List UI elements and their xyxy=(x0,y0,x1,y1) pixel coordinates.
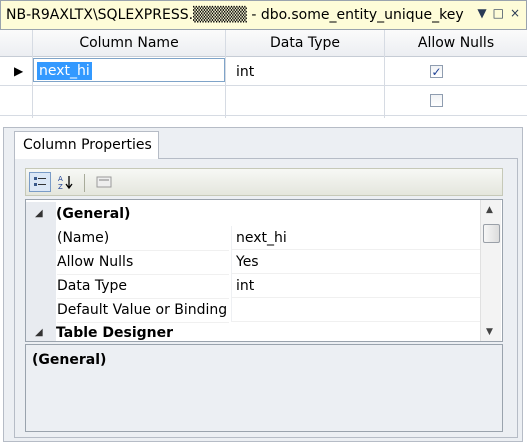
description-title: (General) xyxy=(32,352,107,368)
maximize-icon[interactable]: □ xyxy=(493,6,504,20)
checkmark-icon: ✓ xyxy=(431,64,442,79)
grid-margin xyxy=(26,250,56,274)
property-value[interactable]: Yes xyxy=(231,250,481,274)
close-icon[interactable]: × xyxy=(510,6,520,20)
svg-text:Z: Z xyxy=(58,183,63,190)
category-table-designer[interactable]: ◢ Table Designer xyxy=(26,321,482,341)
category-label: Table Designer xyxy=(56,325,174,341)
property-name: Allow Nulls xyxy=(57,250,229,275)
alphabetical-icon[interactable]: AZ xyxy=(55,172,77,192)
categorized-icon[interactable] xyxy=(29,172,51,192)
dropdown-arrow-icon[interactable]: ▼ xyxy=(477,6,486,20)
property-pages-icon[interactable] xyxy=(93,172,115,192)
property-value[interactable]: int xyxy=(231,274,481,298)
collapse-icon[interactable]: ◢ xyxy=(35,208,43,219)
grid-divider xyxy=(384,30,385,118)
property-name: (Name) xyxy=(57,226,229,251)
property-grid-scrollbar[interactable] xyxy=(480,200,501,341)
grid-margin xyxy=(26,226,56,250)
property-grid: ◢ (General) (Name) next_hi Allow Nulls Y… xyxy=(25,199,503,342)
column-header-allownulls[interactable]: Allow Nulls xyxy=(385,30,527,56)
column-name-value[interactable]: next_hi xyxy=(37,62,92,80)
grid-margin xyxy=(26,274,56,298)
window-title-bar[interactable]: NB-R9AXLTX\SQLEXPRESS.▒▒▒▒▒ - dbo.some_e… xyxy=(0,0,527,30)
column-header-name[interactable]: Column Name xyxy=(33,30,225,56)
allow-nulls-checkbox[interactable]: ✓ xyxy=(430,65,443,78)
property-row-default-value[interactable]: Default Value or Binding xyxy=(26,298,482,323)
grid-divider xyxy=(0,115,527,116)
property-row-data-type[interactable]: Data Type int xyxy=(26,274,482,299)
category-general[interactable]: ◢ (General) xyxy=(26,202,482,226)
window-controls: ▼ □ × xyxy=(477,6,520,20)
property-value[interactable]: next_hi xyxy=(231,226,481,250)
allow-nulls-checkbox[interactable] xyxy=(430,94,443,107)
collapse-icon[interactable]: ◢ xyxy=(35,327,43,338)
window-title: NB-R9AXLTX\SQLEXPRESS.▒▒▒▒▒ - dbo.some_e… xyxy=(6,7,464,23)
grid-divider xyxy=(225,30,226,118)
grid-divider xyxy=(0,85,527,86)
toolbar-separator xyxy=(84,174,85,192)
property-row-allow-nulls[interactable]: Allow Nulls Yes xyxy=(26,250,482,275)
scroll-up-icon[interactable]: ▲ xyxy=(486,205,493,215)
property-name: Data Type xyxy=(57,274,229,299)
grid-margin xyxy=(26,298,56,322)
property-value[interactable] xyxy=(231,298,481,322)
column-header-datatype[interactable]: Data Type xyxy=(226,30,384,56)
row-selector-arrow-icon[interactable]: ▶ xyxy=(14,64,23,78)
scrollbar-thumb[interactable] xyxy=(483,224,500,243)
data-type-cell[interactable]: int xyxy=(236,64,254,80)
property-row-name[interactable]: (Name) next_hi xyxy=(26,226,482,251)
tab-column-properties[interactable]: Column Properties xyxy=(14,131,159,159)
category-label: (General) xyxy=(56,206,131,222)
property-name: Default Value or Binding xyxy=(57,298,229,323)
scroll-down-icon[interactable]: ▼ xyxy=(486,327,493,337)
svg-text:A: A xyxy=(58,175,63,183)
